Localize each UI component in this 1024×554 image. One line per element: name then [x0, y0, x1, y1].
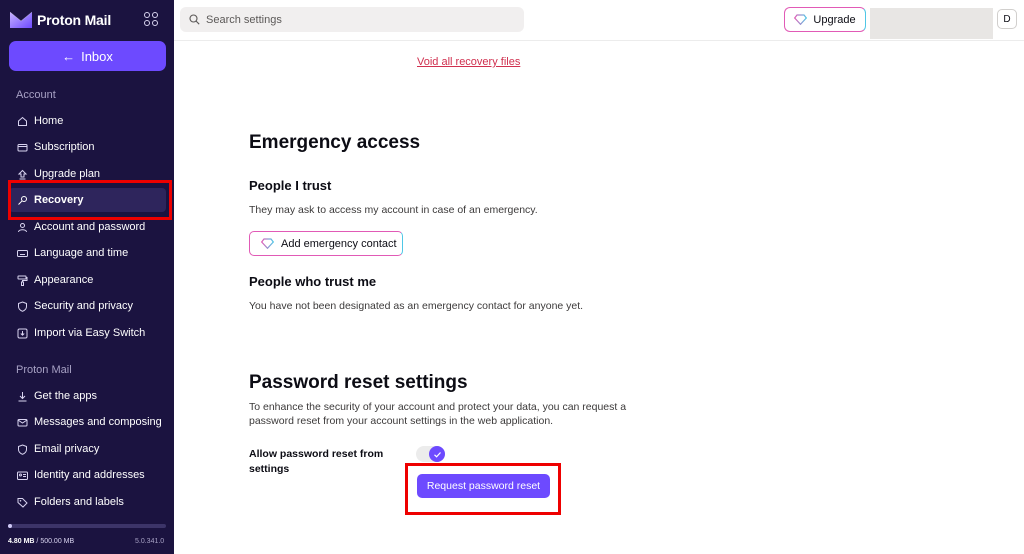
sidebar-item-subscription[interactable]: Subscription [9, 135, 166, 159]
sidebar-item-label: Messages and composing [34, 416, 162, 428]
storage-usage-bar [8, 524, 166, 528]
sidebar-item-label: Language and time [34, 247, 129, 259]
envelope-icon [17, 417, 28, 428]
allow-password-reset-label-line1: Allow password reset from [249, 448, 384, 460]
upgrade-button[interactable]: Upgrade [784, 7, 866, 32]
allow-password-reset-label: Allow password reset from settings [249, 447, 389, 477]
section-title-proton-mail: Proton Mail [16, 364, 72, 376]
sidebar-item-label: Account and password [34, 221, 146, 233]
sidebar-item-label: Appearance [34, 274, 94, 286]
user-menu-area[interactable] [870, 8, 993, 39]
people-i-trust-description: They may ask to access my account in cas… [249, 204, 538, 216]
highlight-box-request-reset [405, 463, 561, 515]
sidebar-item-label: Get the apps [34, 390, 97, 402]
user-icon [17, 222, 28, 233]
storage-total: 500.00 MB [40, 538, 75, 545]
arrow-left-icon: ← [62, 48, 76, 64]
diamond-icon [261, 238, 274, 249]
app-version: 5.0.341.0 [135, 538, 165, 545]
paint-roller-icon [17, 275, 28, 286]
sidebar-item-identity-and-addresses[interactable]: Identity and addresses [9, 463, 166, 487]
allow-password-reset-toggle[interactable] [416, 446, 445, 462]
sidebar-item-appearance[interactable]: Appearance [9, 268, 166, 292]
inbox-button-label: Inbox [81, 48, 113, 64]
password-reset-description-line2: password reset from your account setting… [249, 415, 554, 427]
sidebar-item-home[interactable]: Home [9, 109, 166, 133]
avatar[interactable]: D [997, 9, 1017, 29]
sidebar-item-folders-and-labels[interactable]: Folders and labels [9, 490, 166, 514]
sidebar-item-import-via-easy-switch[interactable]: Import via Easy Switch [9, 321, 166, 345]
search-bar[interactable] [180, 7, 524, 32]
upgrade-button-label: Upgrade [813, 13, 856, 26]
upgrade-arrow-icon [17, 169, 28, 180]
sidebar-item-label: Email privacy [34, 443, 100, 455]
search-icon [189, 14, 200, 25]
storage-used: 4.80 MB [8, 538, 35, 545]
proton-mail-logo-icon [10, 11, 32, 28]
sidebar-item-label: Folders and labels [34, 496, 124, 508]
emergency-access-title: Emergency access [249, 132, 421, 153]
import-icon [17, 328, 28, 339]
home-icon [17, 116, 28, 127]
sidebar-item-label: Import via Easy Switch [34, 327, 146, 339]
sidebar-item-label: Home [34, 115, 64, 127]
checkmark-icon [433, 451, 441, 458]
app-switcher-icon[interactable] [144, 12, 158, 26]
shield-icon [17, 443, 28, 455]
add-emergency-contact-label: Add emergency contact [281, 237, 397, 250]
sidebar-item-label: Subscription [34, 141, 95, 153]
brand-name: Proton Mail [37, 12, 112, 28]
back-to-inbox-button[interactable]: ← Inbox [9, 41, 166, 71]
sidebar-item-label: Upgrade plan [34, 168, 101, 180]
void-recovery-files-link[interactable]: Void all recovery files [417, 56, 520, 68]
sidebar-item-label: Identity and addresses [34, 469, 145, 481]
highlight-box-recovery [8, 180, 172, 220]
sidebar-item-label: Security and privacy [34, 300, 134, 312]
storage-usage-text: 4.80 MB / 500.00 MB [8, 538, 74, 545]
people-i-trust-title: People I trust [249, 178, 332, 193]
search-input[interactable] [206, 13, 506, 26]
sidebar: Proton Mail ← Inbox Account Home Subscri… [0, 0, 174, 554]
sidebar-item-language-and-time[interactable]: Language and time [9, 241, 166, 265]
people-who-trust-me-description: You have not been designated as an emerg… [249, 300, 584, 312]
password-reset-description-line1: To enhance the security of your account … [249, 401, 627, 413]
people-who-trust-me-title: People who trust me [249, 274, 377, 289]
toggle-knob [429, 446, 445, 462]
diamond-icon [794, 14, 808, 25]
section-title-account: Account [16, 89, 56, 101]
sidebar-item-security-and-privacy[interactable]: Security and privacy [9, 294, 166, 318]
keyboard-icon [17, 248, 28, 259]
credit-card-icon [17, 142, 28, 153]
sidebar-item-messages-and-composing[interactable]: Messages and composing [9, 410, 166, 434]
id-card-icon [17, 470, 28, 481]
storage-usage-fill [8, 524, 12, 528]
brand-logo[interactable]: Proton Mail [10, 10, 111, 30]
sidebar-item-get-the-apps[interactable]: Get the apps [9, 384, 166, 408]
header-divider [174, 40, 1024, 41]
tag-icon [17, 497, 28, 508]
add-emergency-contact-button[interactable]: Add emergency contact [249, 231, 403, 256]
password-reset-title: Password reset settings [249, 372, 468, 393]
download-icon [17, 391, 28, 402]
allow-password-reset-label-line2: settings [249, 463, 290, 475]
shield-icon [17, 300, 28, 312]
sidebar-item-email-privacy[interactable]: Email privacy [9, 437, 166, 461]
